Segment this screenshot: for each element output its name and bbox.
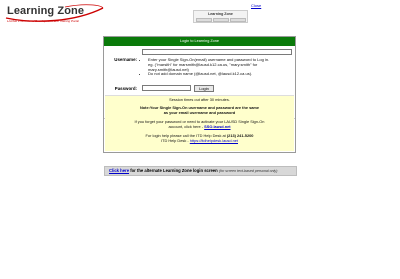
mini-window-preview: Learning Zone [193, 10, 248, 23]
instruction-line: Do not add domain name (@lausd.net, @lau… [148, 72, 292, 77]
username-input[interactable] [142, 49, 292, 55]
helpdesk-link[interactable]: https://itdhelpdesk.lausd.net [190, 138, 238, 143]
mini-tab[interactable] [196, 18, 212, 22]
login-panel: Login to Learning Zone Username: Enter y… [103, 36, 296, 153]
password-row: Password: Login [104, 84, 295, 94]
login-button[interactable]: Login [194, 85, 214, 92]
helpdesk-label: ITD Help Desk - [161, 137, 189, 143]
mini-window-title: Learning Zone [208, 12, 233, 16]
alternate-login-note: (for screen text-based personal only) [218, 169, 278, 173]
login-instructions: Enter your Single Sign-On(email) usernam… [142, 57, 292, 77]
username-label: Username: [114, 57, 137, 62]
logo-subtitle: LAUSD Professional Development and Train… [7, 19, 79, 23]
sso-link[interactable]: SSO.lausd.net [204, 124, 230, 129]
close-link[interactable]: Close [251, 3, 261, 8]
learning-zone-logo: Learning Zone LAUSD Professional Develop… [5, 4, 105, 30]
mini-tab[interactable] [230, 18, 246, 22]
alternate-login-text: for the alternate Learning Zone login sc… [130, 168, 218, 173]
logo-title: Learning Zone [7, 5, 85, 17]
alternate-login-bar: Click here for the alternate Learning Zo… [104, 166, 297, 176]
forgot-password-text: account, click here - [168, 124, 204, 130]
note-line: as your email username and password [163, 110, 236, 116]
panel-header: Login to Learning Zone [104, 37, 295, 46]
session-timeout-text: Session times out after 30 minutes. [169, 96, 230, 102]
alternate-login-link[interactable]: Click here [109, 168, 129, 173]
password-input[interactable] [142, 85, 191, 91]
mini-tab[interactable] [213, 18, 229, 22]
password-label: Password: [114, 86, 137, 91]
login-notice-box: Session times out after 30 minutes. Note… [105, 95, 294, 151]
